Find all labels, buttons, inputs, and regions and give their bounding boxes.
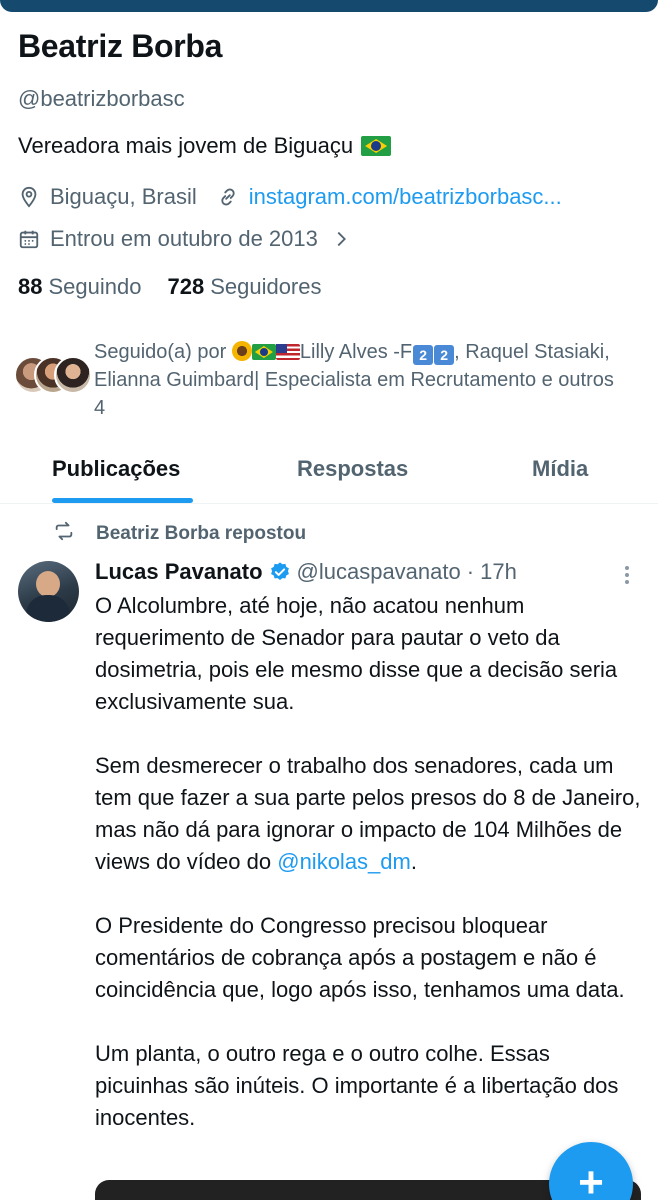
calendar-icon xyxy=(18,228,40,250)
post-paragraph: Um planta, o outro rega e o outro colhe.… xyxy=(95,1041,619,1130)
post-author-name[interactable]: Lucas Pavanato xyxy=(95,559,263,585)
followers-link[interactable]: 728 Seguidores xyxy=(167,274,321,300)
profile-name: Beatriz Borba xyxy=(18,28,223,64)
post-author-handle[interactable]: @lucaspavanato xyxy=(297,559,461,585)
repost-indicator: Beatriz Borba repostou xyxy=(52,520,306,548)
profile-bio: Vereadora mais jovem de Biguaçu xyxy=(18,133,392,159)
keycap-2-icon: 2 xyxy=(413,345,434,365)
followed-by-section[interactable]: Seguido(a) por Lilly Alves -F 2 2, Raquel … xyxy=(14,338,634,419)
avatar xyxy=(54,356,92,394)
post-author-avatar[interactable] xyxy=(18,561,79,622)
post-paragraph: O Alcolumbre, até hoje, não acatou nenhu… xyxy=(95,593,618,714)
brazil-flag-icon xyxy=(361,136,392,156)
brazil-flag-icon xyxy=(251,344,276,360)
post-body: O Alcolumbre, até hoje, não acatou nenhu… xyxy=(95,590,643,1166)
following-link[interactable]: 88 Seguindo xyxy=(18,274,141,300)
profile-handle: @beatrizborbasc xyxy=(18,86,185,111)
active-tab-indicator xyxy=(52,498,193,503)
follower-avatars xyxy=(14,356,94,396)
followed-by-text: Seguido(a) por Lilly Alves -F 2 2, Raquel … xyxy=(94,341,614,419)
post-paragraph: Sem desmerecer o trabalho dos senadores,… xyxy=(95,753,641,874)
top-bar-strip xyxy=(0,0,658,12)
repost-text: Beatriz Borba repostou xyxy=(96,523,307,544)
sunflower-icon xyxy=(231,341,252,361)
profile-meta-row: Biguaçu, Brasil instagram.com/beatrizbor… xyxy=(18,184,562,210)
location-icon xyxy=(18,186,40,208)
repost-icon xyxy=(52,520,76,548)
joined-text: Entrou em outubro de 2013 xyxy=(50,226,318,251)
tab-respostas[interactable]: Respostas xyxy=(297,456,408,482)
tab-publicacoes[interactable]: Publicações xyxy=(52,456,180,482)
profile-tabs: Publicações Respostas Mídia xyxy=(0,440,658,504)
more-options-icon[interactable] xyxy=(622,564,632,586)
link-icon xyxy=(217,186,239,208)
post-time: · 17h xyxy=(466,559,517,584)
post-header: Lucas Pavanato @lucaspavanato · 17h xyxy=(95,559,517,585)
keycap-2-icon: 2 xyxy=(434,345,455,365)
follow-stats: 88 Seguindo 728 Seguidores xyxy=(18,274,322,300)
post-paragraph: O Presidente do Congresso precisou bloqu… xyxy=(95,913,625,1002)
usa-flag-icon xyxy=(275,344,300,360)
bio-text: Vereadora mais jovem de Biguaçu xyxy=(18,133,354,158)
chevron-right-icon xyxy=(330,228,352,250)
tab-midia[interactable]: Mídia xyxy=(532,456,588,482)
mention-link[interactable]: @nikolas_dm xyxy=(277,849,411,874)
location-text: Biguaçu, Brasil xyxy=(50,184,197,209)
verified-badge-icon xyxy=(269,561,291,583)
website-link[interactable]: instagram.com/beatrizborbasc... xyxy=(249,184,562,210)
joined-row[interactable]: Entrou em outubro de 2013 xyxy=(18,226,352,252)
